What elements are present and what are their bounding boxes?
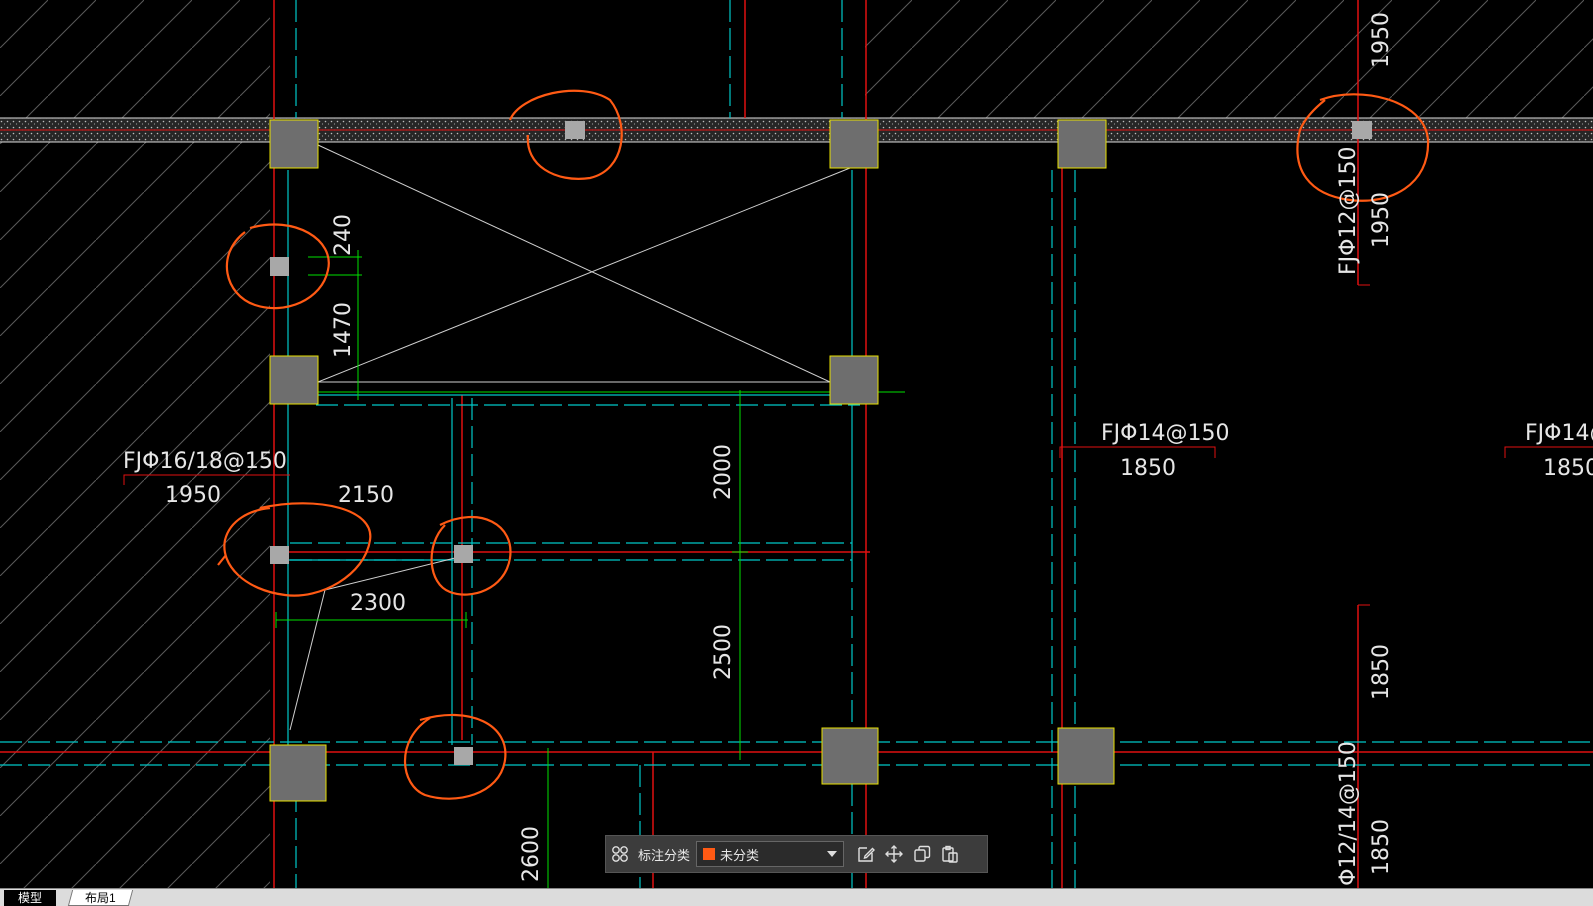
cad-drawing-canvas[interactable]: FJΦ16/18@150 1950 2150 240 1470 2000 250…: [0, 0, 1593, 888]
tab-layout1-label: 布局1: [85, 891, 116, 905]
opening-cross: [289, 144, 851, 731]
rebar-label-12-14: FJΦ12/14@150: [1336, 741, 1361, 888]
move-icon[interactable]: [880, 840, 908, 868]
dim-label-1850-side: 1850: [1369, 644, 1394, 700]
dim-label-1470: 1470: [331, 302, 356, 358]
dim-label-2500: 2500: [711, 624, 736, 680]
length-label-1850-mid: 1850: [1120, 456, 1176, 481]
category-color-swatch: [703, 848, 716, 860]
rebar-label-14-right: FJΦ14@150: [1525, 421, 1593, 446]
dimension-lines: [275, 250, 905, 888]
annotation-toolbar: 标注分类 未分类: [605, 835, 988, 873]
dim-label-1950-side: 1950: [1369, 192, 1394, 248]
dim-label-1950-top: 1950: [1369, 12, 1394, 68]
length-label-2150: 2150: [338, 483, 394, 508]
length-label-1850-right: 1850: [1543, 456, 1593, 481]
chevron-down-icon: [827, 851, 838, 857]
category-value: 未分类: [720, 847, 760, 863]
tab-layout1[interactable]: 布局1: [67, 890, 133, 906]
dim-label-1850-bottom: 1850: [1369, 819, 1394, 875]
tab-model[interactable]: 模型: [4, 890, 57, 906]
dim-label-2600: 2600: [519, 826, 544, 882]
dim-label-240: 240: [331, 214, 356, 256]
layout-tab-bar: 模型 布局1: [0, 888, 1593, 906]
rebar-label-12: FJΦ12@150: [1336, 147, 1361, 275]
rebar-label-14-mid: FJΦ14@150: [1101, 421, 1229, 446]
markup-circles: [217, 89, 1430, 800]
category-dropdown[interactable]: 未分类: [696, 841, 845, 867]
category-label: 标注分类: [638, 847, 691, 863]
copy-icon[interactable]: [908, 840, 936, 868]
columns: [269, 119, 1115, 802]
dim-label-2300: 2300: [350, 591, 406, 616]
edit-icon[interactable]: [852, 840, 880, 868]
length-label-1950-left: 1950: [165, 483, 221, 508]
paste-icon[interactable]: [936, 840, 964, 868]
four-circles-icon[interactable]: [606, 840, 634, 868]
dim-label-2000: 2000: [711, 444, 736, 500]
rebar-label-16-18: FJΦ16/18@150: [123, 449, 287, 474]
